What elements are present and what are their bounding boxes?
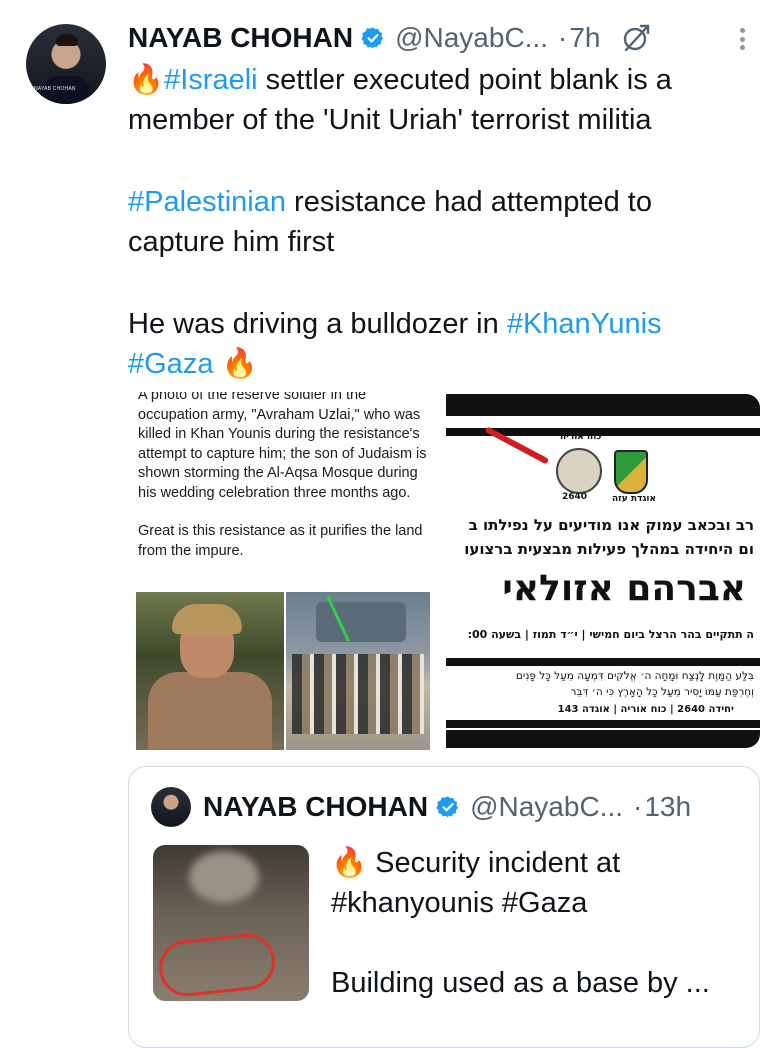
- quoted-media-thumbnail[interactable]: [153, 845, 309, 1001]
- quoted-text-segment: Security incident at: [367, 847, 621, 879]
- quoted-author-handle[interactable]: @NayabC...: [470, 791, 623, 823]
- media-caption-bottom: Great is this resistance as it purifies …: [138, 523, 423, 559]
- quoted-author-name[interactable]: NAYAB CHOHAN: [203, 791, 428, 823]
- poster-line-1: רב ובכאב עמוק אנו מודיעים על נפילתו ב: [468, 516, 754, 534]
- group-photo: [286, 592, 430, 750]
- poster-verse-2: וְחֶרְפַּת עַמּוֹ יָסִיר מֵעַל כָּל הָאָ…: [570, 686, 754, 698]
- more-dot: [739, 45, 745, 50]
- grok-icon[interactable]: [621, 23, 651, 53]
- tweet-paragraph-1: 🔥#Israeli settler executed point blank i…: [128, 60, 748, 140]
- obituary-poster: 2640 כוח אוריה אוגדת עזה רב ובכאב עמוק א…: [446, 394, 760, 748]
- fire-emoji-icon: 🔥: [128, 64, 165, 96]
- hashtag-israeli[interactable]: #Israeli: [164, 64, 258, 96]
- author-avatar[interactable]: NAYAB CHOHAN: [26, 24, 106, 104]
- more-options-icon[interactable]: [734, 22, 750, 56]
- quoted-text-line-1: 🔥 Security incident at: [331, 843, 741, 883]
- media-image-left[interactable]: A photo of the reserve soldier in the oc…: [128, 392, 436, 750]
- hashtag-gaza[interactable]: #Gaza: [128, 348, 213, 380]
- division-shield-icon: [614, 450, 648, 494]
- avatar-hair: [56, 34, 78, 46]
- hashtag-palestinian[interactable]: #Palestinian: [128, 186, 286, 218]
- emblem-year: 2640: [562, 492, 588, 502]
- media-image-right[interactable]: 2640 כוח אוריה אוגדת עזה רב ובכאב עמוק א…: [446, 392, 760, 750]
- red-circle-annotation: [156, 931, 278, 999]
- verified-badge-icon: [361, 27, 384, 49]
- avatar-caption: NAYAB CHOHAN: [34, 86, 76, 92]
- quoted-author-avatar[interactable]: [151, 787, 191, 827]
- quoted-tweet-text: 🔥 Security incident at #khanyounis #Gaza…: [331, 843, 741, 1003]
- more-dot: [739, 36, 745, 42]
- separator-dot: ·: [558, 22, 568, 53]
- poster-line-3: ה תתקיים בהר הרצל ביום חמישי | י״ד תמוז …: [467, 628, 754, 641]
- media-caption: A photo of the reserve soldier in the oc…: [138, 392, 430, 561]
- media-caption-top: A photo of the reserve soldier in the oc…: [138, 392, 427, 501]
- poster-footer: יחידה 2640 | כוח אוריה | אוגדה 143: [557, 704, 734, 715]
- tweet-paragraph-3: He was driving a bulldozer in #KhanYunis…: [128, 304, 748, 384]
- hashtag-khanyunis[interactable]: #KhanYunis: [507, 308, 662, 340]
- tweet-text-segment: He was driving a bulldozer in: [128, 308, 507, 340]
- tweet-media[interactable]: A photo of the reserve soldier in the oc…: [128, 392, 760, 750]
- quoted-tweet[interactable]: NAYAB CHOHAN @NayabC... · 13h 🔥 Security…: [128, 766, 760, 1048]
- quoted-tweet-header: NAYAB CHOHAN @NayabC... · 13h: [203, 787, 691, 827]
- author-handle[interactable]: @NayabC...: [395, 22, 548, 54]
- separator-dot: ·: [633, 791, 643, 822]
- unit-emblem-icon: [556, 448, 602, 494]
- emblem-label-left: כוח אוריה: [560, 432, 602, 442]
- fire-emoji-icon: 🔥: [213, 348, 258, 380]
- poster-line-2: ום היחידה במהלך פעילות מבצעית ברצועו: [464, 540, 754, 558]
- emblem-label-right: אוגדת עזה: [612, 494, 657, 504]
- tweet-header: NAYAB CHOHAN @NayabC... · 7h: [128, 18, 651, 58]
- soldier-photo: [136, 592, 284, 750]
- quoted-text-hashtags: #khanyounis #Gaza: [331, 887, 588, 919]
- poster-verse-1: בִּלַּע הַמָּוֶת לָנֶצַח וּמָחָה ה׳ אֱלֹ…: [515, 670, 754, 682]
- quoted-tweet-timestamp[interactable]: 13h: [644, 791, 691, 823]
- tweet-timestamp[interactable]: 7h: [569, 22, 600, 54]
- fire-emoji-icon: 🔥: [331, 847, 368, 879]
- tweet-paragraph-2: #Palestinian resistance had attempted to…: [128, 182, 748, 262]
- author-name[interactable]: NAYAB CHOHAN: [128, 22, 353, 54]
- tweet-text: 🔥#Israeli settler executed point blank i…: [128, 60, 748, 384]
- quoted-text-line-3: Building used as a base by ...: [331, 967, 710, 999]
- poster-name: אברהם אזולאי: [502, 568, 746, 609]
- verified-badge-icon: [436, 796, 459, 818]
- more-dot: [739, 28, 745, 33]
